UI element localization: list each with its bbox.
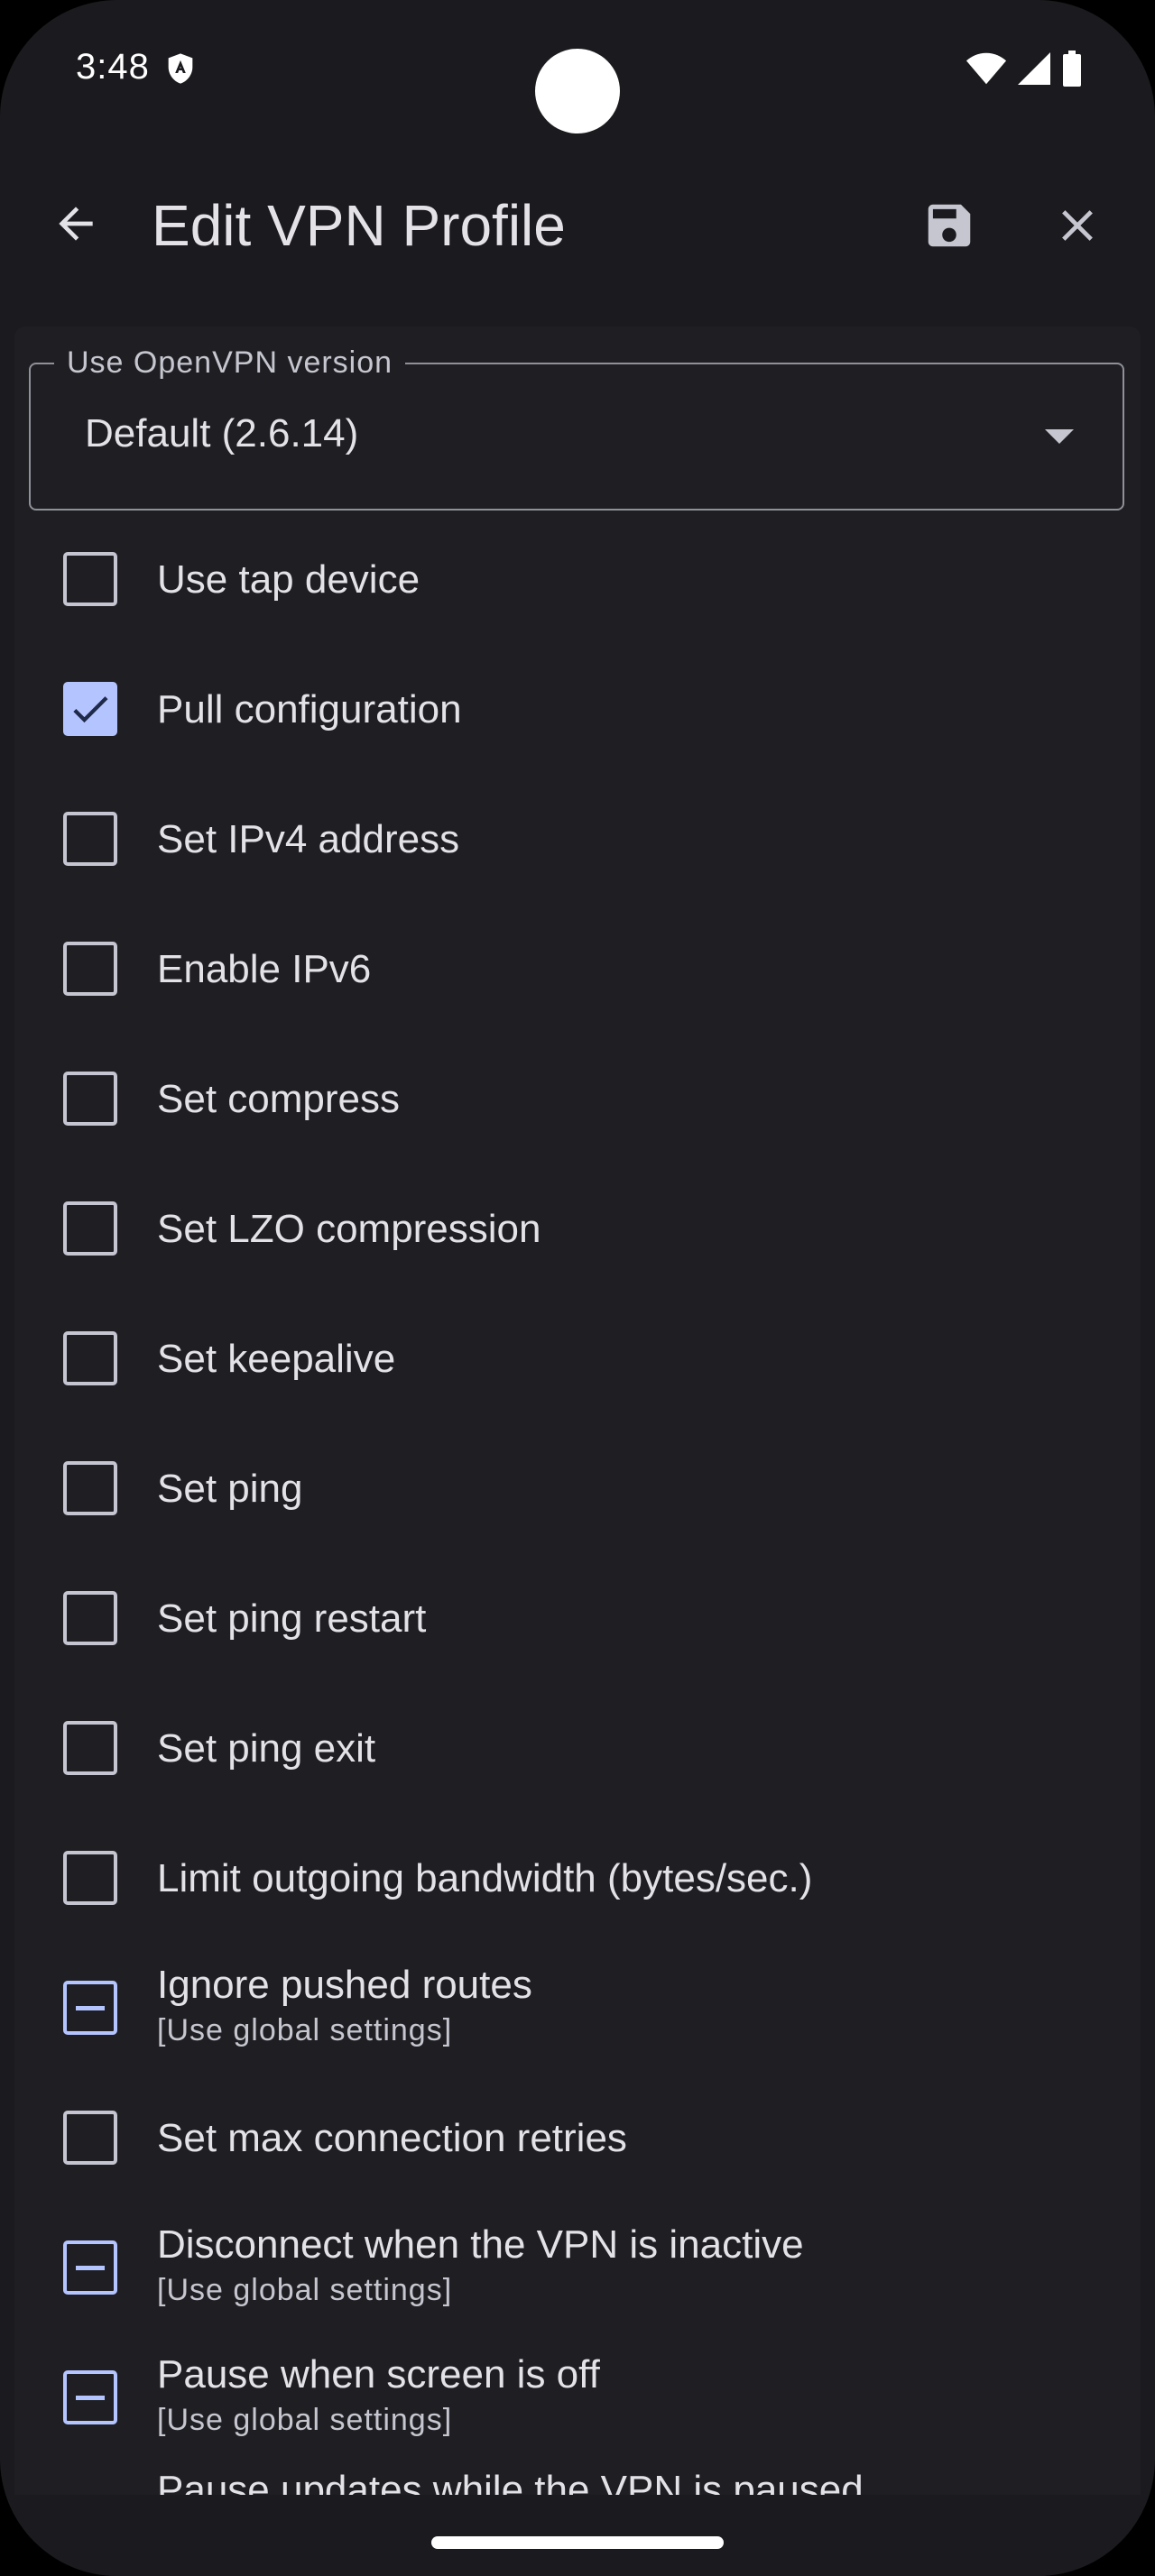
check-icon (73, 696, 108, 723)
checkbox-unchecked[interactable] (63, 1461, 117, 1515)
option-set-keepalive[interactable]: Set keepalive (14, 1304, 1141, 1412)
app-bar: Edit VPN Profile (0, 162, 1155, 289)
battery-icon (1061, 51, 1083, 91)
option-label: Set compress (157, 1077, 400, 1121)
cell-signal-icon (1016, 51, 1052, 91)
checkbox-unchecked[interactable] (63, 942, 117, 996)
option-set-lzo-compression[interactable]: Set LZO compression (14, 1174, 1141, 1283)
option-label: Set ping restart (157, 1596, 427, 1641)
option-set-compress[interactable]: Set compress (14, 1044, 1141, 1153)
option-limit-outgoing-bandwidth[interactable]: Limit outgoing bandwidth (bytes/sec.) (14, 1824, 1141, 1932)
checkbox-unchecked[interactable] (63, 1591, 117, 1645)
option-label: Ignore pushed routes (157, 1963, 532, 2007)
option-set-ping-restart[interactable]: Set ping restart (14, 1564, 1141, 1672)
checkbox-indeterminate[interactable] (63, 1981, 117, 2035)
option-label: Set LZO compression (157, 1207, 541, 1251)
navigation-bar (0, 2495, 1155, 2576)
checkbox-checked[interactable] (63, 682, 117, 736)
option-sublabel: [Use global settings] (157, 2273, 453, 2307)
arrow-back-icon (51, 198, 101, 253)
option-label: Set ping exit (157, 1726, 376, 1771)
checkbox-unchecked[interactable] (63, 1331, 117, 1385)
checkbox-unchecked[interactable] (63, 1721, 117, 1775)
option-set-ping[interactable]: Set ping (14, 1434, 1141, 1542)
option-label: Use tap device (157, 557, 420, 602)
save-button[interactable] (911, 189, 987, 265)
checkbox-unchecked[interactable] (63, 1201, 117, 1256)
front-camera (535, 49, 620, 133)
back-button[interactable] (40, 189, 112, 262)
option-label: Limit outgoing bandwidth (bytes/sec.) (157, 1856, 813, 1900)
wifi-icon (966, 51, 1007, 91)
page-title: Edit VPN Profile (152, 193, 566, 258)
status-bar: 3:48 (0, 0, 1155, 135)
option-label: Set keepalive (157, 1337, 396, 1381)
checkbox-unchecked[interactable] (63, 552, 117, 606)
close-button[interactable] (1040, 189, 1115, 265)
home-indicator[interactable] (431, 2536, 724, 2549)
partial-option-label[interactable]: Pause updates while the VPN is paused (157, 2468, 864, 2495)
dropdown-arrow-icon (1045, 429, 1074, 444)
status-icons (966, 51, 1083, 91)
phone-screen: 3:48 Edit VPN Profile Use OpenVPN versio… (0, 0, 1155, 2576)
option-label: Enable IPv6 (157, 947, 372, 991)
settings-list: Use OpenVPN version Default (2.6.14) Use… (14, 327, 1141, 2495)
save-icon (921, 198, 977, 258)
option-set-max-connection-retries[interactable]: Set max connection retries (14, 2084, 1141, 2192)
option-pull-configuration[interactable]: Pull configuration (14, 655, 1141, 763)
checkbox-unchecked[interactable] (63, 1072, 117, 1126)
option-disconnect-when-inactive[interactable]: Disconnect when the VPN is inactive [Use… (14, 2213, 1141, 2322)
checkbox-unchecked[interactable] (63, 2111, 117, 2165)
option-ignore-pushed-routes[interactable]: Ignore pushed routes [Use global setting… (14, 1954, 1141, 2062)
option-sublabel: [Use global settings] (157, 2013, 453, 2047)
openvpn-version-select[interactable]: Use OpenVPN version Default (2.6.14) (29, 346, 1124, 511)
openvpn-version-label: Use OpenVPN version (54, 346, 406, 379)
option-label: Set max connection retries (157, 2116, 627, 2160)
option-label: Pause when screen is off (157, 2352, 600, 2397)
shield-icon (162, 51, 199, 87)
option-enable-ipv6[interactable]: Enable IPv6 (14, 915, 1141, 1023)
option-pause-when-screen-off[interactable]: Pause when screen is off [Use global set… (14, 2343, 1141, 2452)
checkbox-indeterminate[interactable] (63, 2370, 117, 2424)
checkbox-unchecked[interactable] (63, 812, 117, 866)
option-set-ping-exit[interactable]: Set ping exit (14, 1694, 1141, 1802)
close-icon (1051, 199, 1104, 256)
option-label: Pull configuration (157, 687, 462, 731)
option-use-tap-device[interactable]: Use tap device (14, 525, 1141, 633)
checkbox-indeterminate[interactable] (63, 2240, 117, 2295)
option-set-ipv4-address[interactable]: Set IPv4 address (14, 785, 1141, 893)
openvpn-version-value: Default (2.6.14) (85, 411, 359, 455)
checkbox-unchecked[interactable] (63, 1851, 117, 1905)
option-label: Set ping (157, 1467, 303, 1511)
option-label: Disconnect when the VPN is inactive (157, 2222, 804, 2267)
status-time: 3:48 (76, 47, 150, 87)
option-sublabel: [Use global settings] (157, 2403, 453, 2437)
option-label: Set IPv4 address (157, 817, 460, 861)
